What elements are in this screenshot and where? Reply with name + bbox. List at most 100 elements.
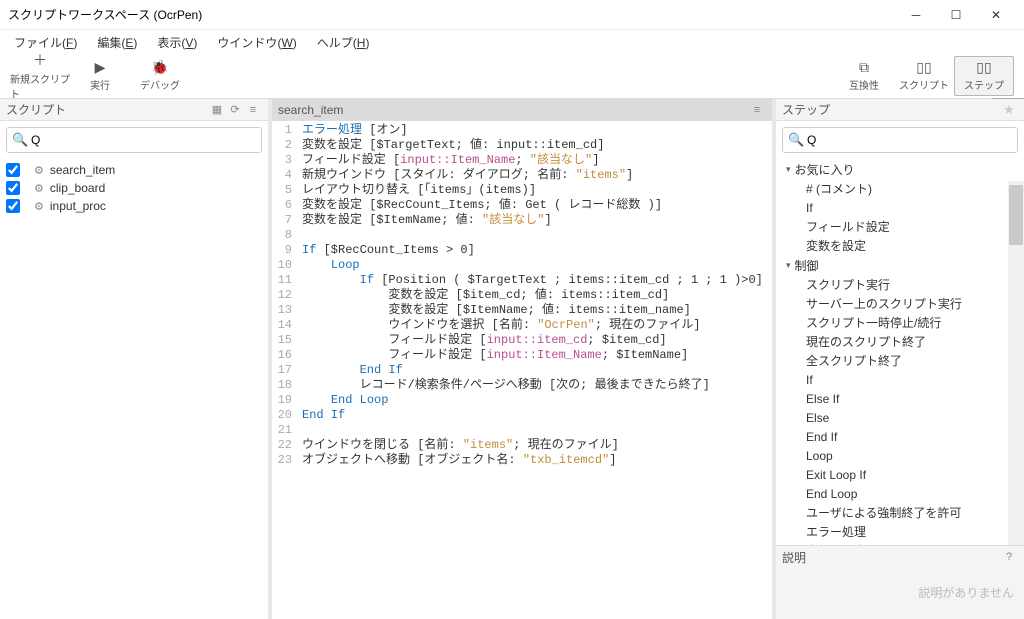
right-panel-header: ステップ ★ bbox=[776, 99, 1024, 121]
gear-icon: ⚙ bbox=[34, 164, 44, 177]
script-checkbox[interactable] bbox=[6, 199, 20, 213]
step-item[interactable]: スクリプト実行 bbox=[776, 275, 1024, 294]
code-line[interactable]: 22ウインドウを閉じる [名前: "items"; 現在のファイル] bbox=[272, 438, 772, 453]
step-item[interactable]: エラー処理 bbox=[776, 522, 1024, 541]
panel-view-icon[interactable]: ▦ bbox=[208, 102, 226, 118]
favorite-icon[interactable]: ★ bbox=[1000, 102, 1018, 118]
code-line[interactable]: 18 レコード/検索条件/ページへ移動 [次の; 最後まできたら終了] bbox=[272, 378, 772, 393]
code-line[interactable]: 21 bbox=[272, 423, 772, 438]
step-item[interactable]: End Loop bbox=[776, 484, 1024, 503]
script-row[interactable]: ⚙clip_board bbox=[4, 179, 264, 197]
code-line[interactable]: 16 フィールド設定 [input::Item_Name; $ItemName] bbox=[272, 348, 772, 363]
right-search-input[interactable] bbox=[782, 127, 1018, 153]
step-item[interactable]: Exit Loop If bbox=[776, 465, 1024, 484]
maximize-button[interactable]: ☐ bbox=[936, 1, 976, 29]
code-text: フィールド設定 [input::item_cd; $item_cd] bbox=[298, 333, 667, 348]
code-line[interactable]: 5レイアウト切り替え [「items」(items)] bbox=[272, 183, 772, 198]
left-search-row: 🔍 bbox=[0, 121, 268, 159]
step-item[interactable]: スクリプト一時停止/続行 bbox=[776, 313, 1024, 332]
code-line[interactable]: 19 End Loop bbox=[272, 393, 772, 408]
toolbar-steps[interactable]: ▯▯ステップ bbox=[954, 56, 1014, 96]
code-text: レコード/検索条件/ページへ移動 [次の; 最後まできたら終了] bbox=[298, 378, 710, 393]
line-number: 16 bbox=[272, 348, 298, 363]
code-line[interactable]: 15 フィールド設定 [input::item_cd; $item_cd] bbox=[272, 333, 772, 348]
code-line[interactable]: 17 End If bbox=[272, 363, 772, 378]
panel-left-icon: ▯▯ bbox=[916, 59, 931, 76]
script-row[interactable]: ⚙input_proc bbox=[4, 197, 264, 215]
step-item[interactable]: 変数を設定 bbox=[776, 541, 1024, 545]
right-panel: ステップ ★ 🔍 お気に入り# (コメント)Ifフィールド設定変数を設定制御スク… bbox=[776, 99, 1024, 619]
step-group[interactable]: 制御 bbox=[776, 255, 1024, 275]
menu-help[interactable]: ヘルプ(H) bbox=[309, 31, 378, 54]
script-editor[interactable]: 1エラー処理 [オン]2変数を設定 [$TargetText; 値: input… bbox=[272, 121, 772, 619]
line-number: 20 bbox=[272, 408, 298, 423]
code-text: 変数を設定 [$TargetText; 値: input::item_cd] bbox=[298, 138, 604, 153]
toolbar-run[interactable]: ▶実行 bbox=[70, 56, 130, 96]
step-item[interactable]: End If bbox=[776, 427, 1024, 446]
code-line[interactable]: 4新規ウインドウ [スタイル: ダイアログ; 名前: "items"] bbox=[272, 168, 772, 183]
step-item[interactable]: Loop bbox=[776, 446, 1024, 465]
code-line[interactable]: 7変数を設定 [$ItemName; 値: "該当なし"] bbox=[272, 213, 772, 228]
code-text: オブジェクトへ移動 [オブジェクト名: "txb_itemcd"] bbox=[298, 453, 616, 468]
step-item[interactable]: 変数を設定 bbox=[776, 236, 1024, 255]
toolbar-scripts[interactable]: ▯▯スクリプト bbox=[894, 56, 954, 96]
code-text: If [Position ( $TargetText ; items::item… bbox=[298, 273, 763, 288]
code-line[interactable]: 20End If bbox=[272, 408, 772, 423]
toolbar-debug[interactable]: 🐞デバッグ bbox=[130, 56, 190, 96]
scrollbar-thumb[interactable] bbox=[1009, 185, 1023, 245]
toolbar-compat[interactable]: ⧉互換性 bbox=[834, 56, 894, 96]
line-number: 22 bbox=[272, 438, 298, 453]
step-item[interactable]: サーバー上のスクリプト実行 bbox=[776, 294, 1024, 313]
scrollbar[interactable] bbox=[1008, 181, 1024, 545]
step-item[interactable]: # (コメント) bbox=[776, 179, 1024, 198]
code-text: 変数を設定 [$ItemName; 値: "該当なし"] bbox=[298, 213, 552, 228]
panel-list-icon[interactable]: ≡ bbox=[244, 102, 262, 118]
step-item[interactable]: If bbox=[776, 370, 1024, 389]
code-line[interactable]: 1エラー処理 [オン] bbox=[272, 123, 772, 138]
script-name: search_item bbox=[50, 163, 115, 177]
script-list[interactable]: ⚙ search_item ⚙clip_board⚙input_proc bbox=[0, 159, 268, 619]
code-line[interactable]: 12 変数を設定 [$item_cd; 値: items::item_cd] bbox=[272, 288, 772, 303]
menu-view[interactable]: 表示(V) bbox=[149, 31, 205, 54]
code-line[interactable]: 2変数を設定 [$TargetText; 値: input::item_cd] bbox=[272, 138, 772, 153]
menu-window[interactable]: ウインドウ(W) bbox=[209, 31, 304, 54]
close-button[interactable]: ✕ bbox=[976, 1, 1016, 29]
step-item[interactable]: If bbox=[776, 198, 1024, 217]
line-number: 4 bbox=[272, 168, 298, 183]
minimize-button[interactable]: ─ bbox=[896, 1, 936, 29]
code-line[interactable]: 13 変数を設定 [$ItemName; 値: items::item_name… bbox=[272, 303, 772, 318]
toolbar-new-script[interactable]: ＋新規スクリプト bbox=[10, 56, 70, 96]
script-checkbox[interactable] bbox=[6, 163, 20, 177]
devices-icon: ⧉ bbox=[859, 59, 869, 76]
menu-edit[interactable]: 編集(E) bbox=[89, 31, 145, 54]
script-checkbox[interactable] bbox=[6, 181, 20, 195]
code-text: End If bbox=[298, 363, 403, 378]
panel-refresh-icon[interactable]: ⟳ bbox=[226, 102, 244, 118]
left-search-input[interactable] bbox=[6, 127, 262, 153]
code-line[interactable]: 6変数を設定 [$RecCount_Items; 値: Get ( レコード総数… bbox=[272, 198, 772, 213]
step-item[interactable]: Else bbox=[776, 408, 1024, 427]
script-row[interactable]: ⚙ search_item bbox=[4, 161, 264, 179]
step-item[interactable]: フィールド設定 bbox=[776, 217, 1024, 236]
code-text: レイアウト切り替え [「items」(items)] bbox=[298, 183, 536, 198]
panel-list-icon[interactable]: ≡ bbox=[748, 102, 766, 118]
code-line[interactable]: 8 bbox=[272, 228, 772, 243]
step-list[interactable]: お気に入り# (コメント)Ifフィールド設定変数を設定制御スクリプト実行サーバー… bbox=[776, 159, 1024, 545]
code-line[interactable]: 14 ウインドウを選択 [名前: "OcrPen"; 現在のファイル] bbox=[272, 318, 772, 333]
right-panel-title: ステップ bbox=[782, 101, 1000, 118]
code-line[interactable]: 11 If [Position ( $TargetText ; items::i… bbox=[272, 273, 772, 288]
code-line[interactable]: 3フィールド設定 [input::Item_Name; "該当なし"] bbox=[272, 153, 772, 168]
script-name: input_proc bbox=[50, 199, 106, 213]
step-item[interactable]: 現在のスクリプト終了 bbox=[776, 332, 1024, 351]
step-item[interactable]: Else If bbox=[776, 389, 1024, 408]
step-group[interactable]: お気に入り bbox=[776, 159, 1024, 179]
code-line[interactable]: 23オブジェクトへ移動 [オブジェクト名: "txb_itemcd"] bbox=[272, 453, 772, 468]
code-text: エラー処理 [オン] bbox=[298, 123, 408, 138]
step-item[interactable]: ユーザによる強制終了を許可 bbox=[776, 503, 1024, 522]
code-line[interactable]: 9If [$RecCount_Items > 0] bbox=[272, 243, 772, 258]
title-bar: スクリプトワークスペース (OcrPen) ─ ☐ ✕ bbox=[0, 0, 1024, 30]
step-item[interactable]: 全スクリプト終了 bbox=[776, 351, 1024, 370]
help-icon[interactable]: ? bbox=[1000, 549, 1018, 565]
code-text: End If bbox=[298, 408, 345, 423]
code-line[interactable]: 10 Loop bbox=[272, 258, 772, 273]
